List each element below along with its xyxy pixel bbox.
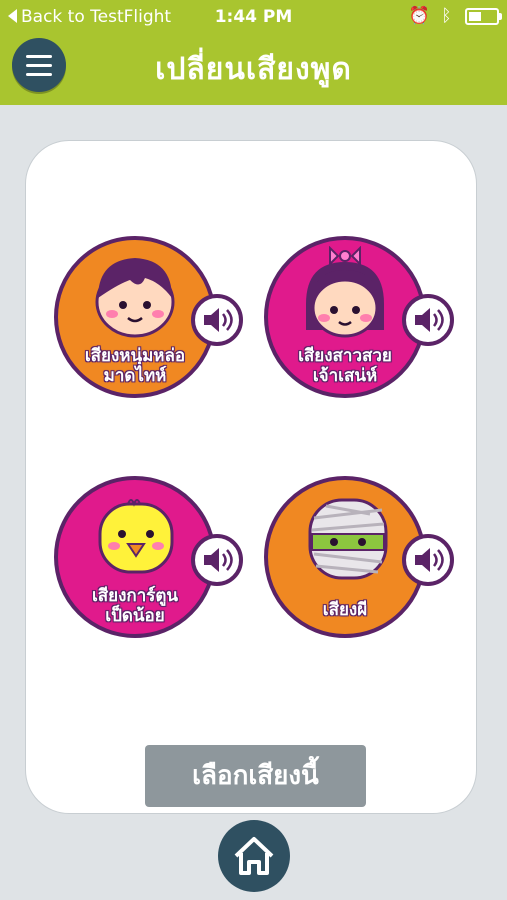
voice-label: เสียงการ์ตูน เป็ดน้อย	[91, 586, 179, 626]
status-bar: Back to TestFlight 1:44 PM ⏰ ᛒ	[0, 0, 507, 34]
speaker-icon[interactable]	[191, 534, 243, 586]
bluetooth-icon: ᛒ	[441, 6, 452, 26]
girl-face-icon	[306, 246, 384, 338]
speaker-icon[interactable]	[191, 294, 243, 346]
voice-label: เสียงหนุ่มหล่อ มาดไทห์	[84, 346, 186, 386]
boy-face-icon	[95, 258, 175, 338]
home-icon	[234, 837, 274, 875]
voice-label: เสียงผี	[322, 600, 368, 620]
alarm-icon: ⏰	[408, 6, 430, 26]
voice-selection-card	[25, 140, 477, 814]
mummy-face-icon	[308, 498, 388, 580]
duck-face-icon	[98, 499, 174, 574]
voice-label: เสียงสาวสวย เจ้าเสน่ห์	[298, 346, 392, 386]
battery-icon	[465, 7, 502, 25]
page-title: เปลี่ยนเสียงพูด	[155, 52, 352, 87]
speaker-icon[interactable]	[402, 294, 454, 346]
select-voice-button[interactable]: เลือกเสียงนี้	[145, 745, 366, 807]
app-header: Back to TestFlight 1:44 PM ⏰ ᛒ เปลี่ยนเส…	[0, 0, 507, 105]
status-icons: ⏰ ᛒ	[408, 6, 502, 26]
speaker-icon[interactable]	[402, 534, 454, 586]
home-button[interactable]	[218, 820, 290, 892]
